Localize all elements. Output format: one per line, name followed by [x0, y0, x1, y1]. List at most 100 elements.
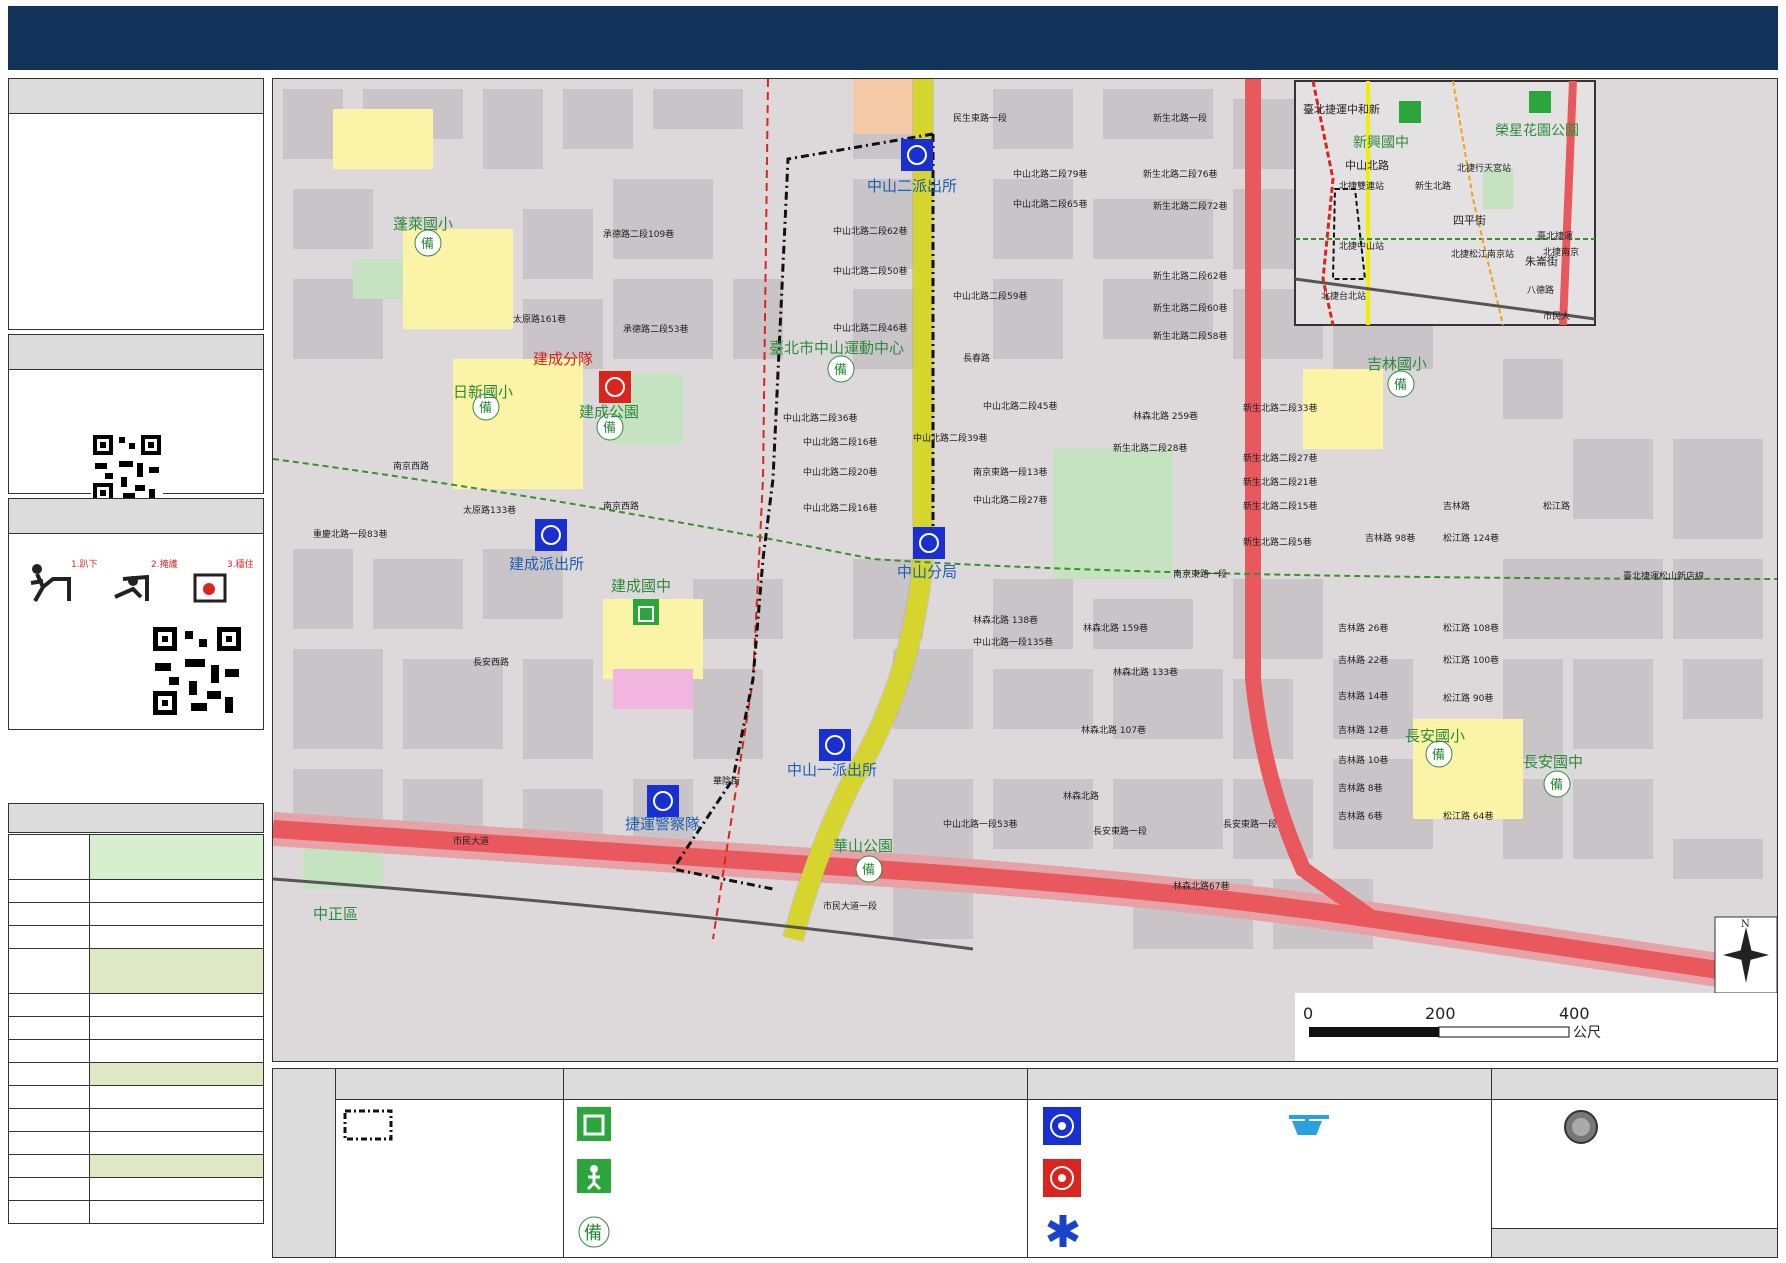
street-label: 新生北路二段60巷 [1153, 302, 1227, 314]
street-label: 吉林路 98巷 [1365, 532, 1415, 544]
street-label: 中山北路二段16巷 [803, 436, 877, 448]
street-label: 吉林路 22巷 [1338, 654, 1388, 666]
svg-text:備: 備 [584, 1223, 602, 1244]
street-label: 林森北路 [1063, 790, 1099, 802]
street-label: 吉林路 12巷 [1338, 724, 1388, 736]
street-label: 吉林路 [1443, 500, 1470, 512]
street-label: 新生北路二段33巷 [1243, 402, 1317, 414]
inset-label: 北捷松江南京站 [1451, 248, 1514, 260]
inset-label: 新生北路 [1415, 180, 1451, 192]
qr-code-2-icon [151, 625, 243, 717]
street-label: 中山北路一段135巷 [973, 636, 1053, 648]
map-label: 中山一派出所 [787, 761, 877, 779]
street-label: 新生北路二段28巷 [1113, 442, 1187, 454]
street-label: 新生北路二段62巷 [1153, 270, 1227, 282]
header-bar [8, 6, 1778, 70]
street-label: 南京東路一段13巷 [973, 466, 1047, 478]
compass-icon: N [1714, 916, 1777, 994]
compass-n: N [1741, 919, 1750, 930]
svg-text:2.掩護: 2.掩護 [151, 558, 178, 570]
map-label: 日新國小 [453, 383, 513, 401]
svg-text:備: 備 [1550, 777, 1563, 793]
stats-table [8, 834, 264, 1224]
street-label: 吉林路 8巷 [1338, 782, 1383, 794]
map-label: 建成派出所 [509, 555, 584, 573]
inset-label: 臺北捷運中和新 [1303, 102, 1380, 116]
street-label: 中山北路二段36巷 [783, 412, 857, 424]
street-label: 松江路 64巷 [1443, 810, 1493, 822]
qr-box [8, 334, 264, 505]
street-label: 松江路 108巷 [1443, 622, 1499, 634]
inset-label: 北捷行天宮站 [1457, 162, 1511, 174]
svg-text:備: 備 [1432, 747, 1445, 763]
street-label: 長春路 [963, 352, 990, 364]
shelter-exit-icon [577, 1107, 611, 1141]
street-label: 中山北路二段39巷 [913, 432, 987, 444]
street-label: 中山北路二段45巷 [983, 400, 1057, 412]
street-label: 民生東路一段 [953, 112, 1007, 124]
street-label: 新生北路二段76巷 [1143, 168, 1217, 180]
svg-text:備: 備 [603, 420, 616, 436]
inset-label: 北捷台北站 [1321, 290, 1366, 302]
legend-side-label [273, 1099, 335, 1257]
map-label: 臺北市中山運動中心 [769, 339, 904, 357]
earthquake-box: 1.趴下 2.掩護 3.穩住 [8, 498, 264, 730]
inset-map[interactable]: 臺北捷運中和新 新興國中 榮星花園公園 中山北路 北捷雙連站 北捷中山站 四平街… [1294, 80, 1596, 326]
street-label: 中山北路一段53巷 [943, 818, 1017, 830]
street-label: 中山北路二段59巷 [953, 290, 1027, 302]
street-label: 吉林路 6巷 [1338, 810, 1383, 822]
street-label: 承德路二段109巷 [603, 228, 674, 240]
svg-text:1.趴下: 1.趴下 [71, 559, 98, 570]
street-label: 華陰街 [713, 775, 740, 787]
evac-park-icon [577, 1159, 611, 1193]
police-icon [1043, 1107, 1081, 1145]
scale-unit: 公尺 [1573, 1025, 1601, 1041]
street-label: 新生北路一段 [1153, 112, 1207, 124]
stats-box-title [8, 803, 264, 833]
street-label: 林森北路 259巷 [1133, 410, 1198, 422]
street-label: 中山北路二段50巷 [833, 265, 907, 277]
info-box-1 [8, 78, 264, 330]
left-panel: 1.趴下 2.掩護 3.穩住 [8, 78, 264, 1258]
street-label: 新生北路二段58巷 [1153, 330, 1227, 342]
map-label: 中正區 [313, 905, 358, 923]
street-label: 南京西路 [603, 500, 639, 512]
map-label: 捷運警察隊 [625, 815, 700, 833]
qr-box-title [9, 335, 263, 370]
inset-label: 四平街 [1453, 213, 1486, 227]
shelter-exit-marker[interactable] [633, 599, 659, 625]
scale-0: 0 [1303, 1004, 1313, 1023]
map-label: 建成分隊 [533, 350, 593, 368]
street-label: 新生北路二段27巷 [1243, 452, 1317, 464]
street-label: 中山北路二段79巷 [1013, 168, 1087, 180]
street-label: 中山北路二段16巷 [803, 502, 877, 514]
street-label: 南京西路 [393, 460, 429, 472]
map-label: 長安國小 [1405, 727, 1465, 745]
street-label: 吉林路 10巷 [1338, 754, 1388, 766]
fire-station-marker[interactable] [599, 371, 631, 403]
inset-label: 中山北路 [1345, 159, 1389, 172]
svg-text:備: 備 [834, 362, 847, 378]
main-map[interactable]: 備 備 備 備 備 備 備 備 蓬萊國小 日新國小 建成公園 建成分隊 中山二派… [272, 78, 1778, 1062]
helipad-icon [1289, 1115, 1329, 1135]
street-label: 松江路 100巷 [1443, 654, 1499, 666]
svg-text:備: 備 [421, 236, 434, 252]
info-box-1-title [9, 79, 263, 114]
street-label: 中山北路二段27巷 [973, 494, 1047, 506]
map-label: 長安國中 [1523, 753, 1583, 771]
street-label: 中山北路二段62巷 [833, 225, 907, 237]
legend-footer [1492, 1228, 1777, 1257]
legend-panel: 備 [272, 1068, 1778, 1258]
street-label: 太原路133巷 [463, 504, 516, 516]
medical-icon [1047, 1215, 1079, 1247]
street-label: 林森北路 159巷 [1083, 622, 1148, 634]
legend-col-divider [1027, 1069, 1028, 1257]
map-label: 中山分局 [897, 563, 957, 581]
street-label: 林森北路 107巷 [1081, 724, 1146, 736]
fire-dept-icon [1043, 1159, 1081, 1197]
street-label: 太原路161巷 [513, 313, 566, 325]
qr-code-icon [91, 433, 163, 505]
inset-label: 北捷中山站 [1339, 240, 1384, 252]
street-label: 長安東路一段 [1223, 818, 1277, 830]
assembly-point-icon [1564, 1110, 1598, 1144]
